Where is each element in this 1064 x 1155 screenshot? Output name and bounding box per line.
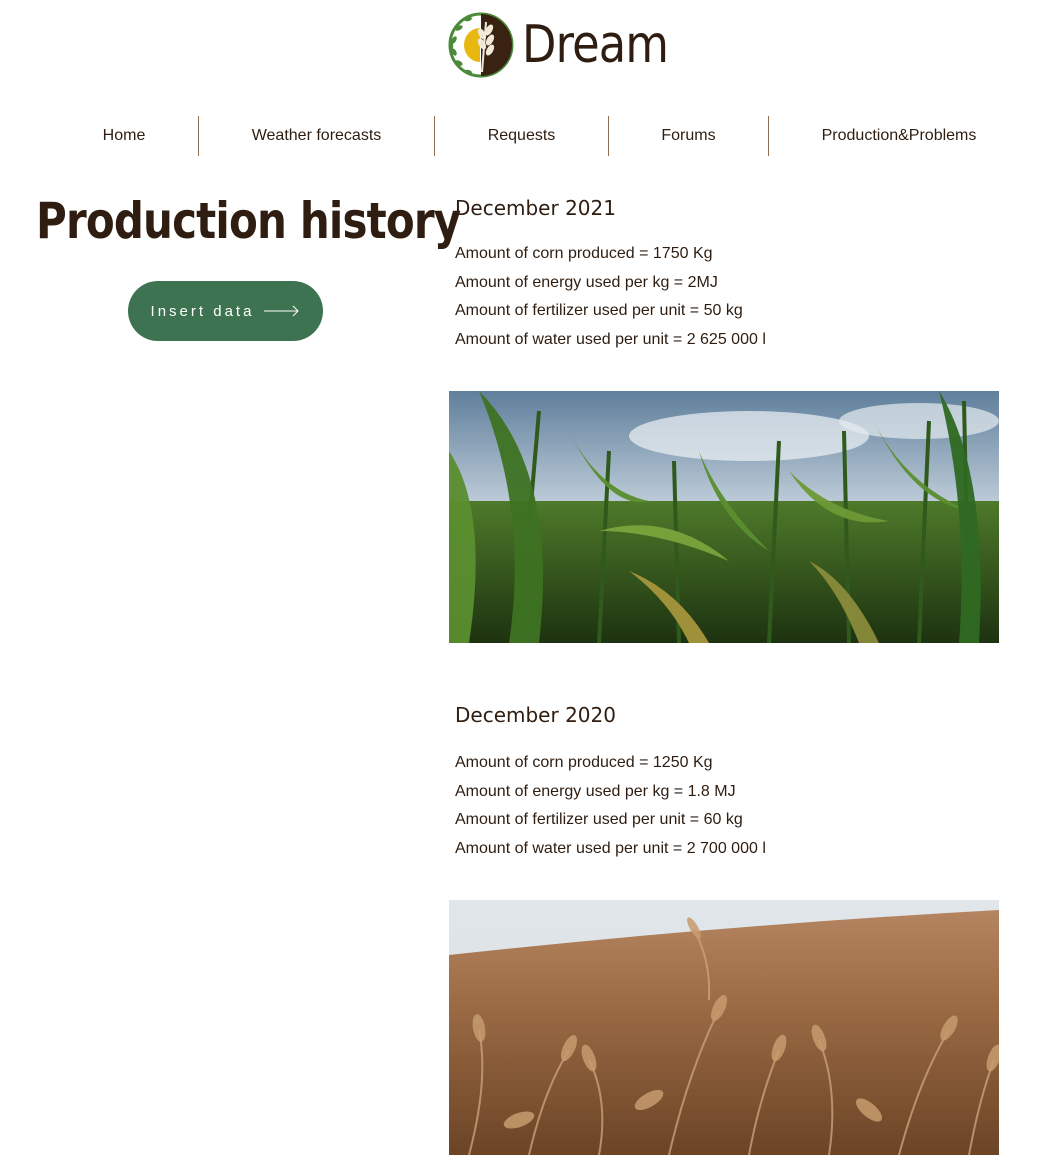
corn-field-photo [449,391,999,643]
stat-fertilizer-used: Amount of fertilizer used per unit = 50 … [455,302,743,320]
insert-data-label: Insert data [150,302,255,320]
stat-corn-produced: Amount of corn produced = 1750 Kg [455,245,713,262]
wheat-field-photo [449,900,999,1155]
stat-energy-used: Amount of energy used per kg = 2MJ [455,273,718,291]
entry-stats-2021: Amount of corn produced = 1750 Kg Amount… [455,240,766,355]
entry-stats-2020: Amount of corn produced = 1250 Kg Amount… [455,749,766,864]
main-nav: Home Weather forecasts Requests Forums P… [50,116,1029,156]
stat-water-used: Amount of water used per unit = 2 625 00… [455,331,766,349]
page-title: Production history [36,192,461,250]
entry-heading-2020: December 2020 [455,703,616,727]
entry-heading-2021: December 2021 [455,196,616,220]
nav-item-home[interactable]: Home [50,116,198,156]
nav-item-weather-forecasts[interactable]: Weather forecasts [199,116,434,156]
insert-data-button[interactable]: Insert data [128,281,323,341]
site-logo[interactable]: Dream [446,10,692,80]
logo-wordmark: Dream [522,15,669,75]
stat-corn-produced: Amount of corn produced = 1250 Kg [455,754,713,771]
stat-energy-used: Amount of energy used per kg = 1.8 MJ [455,782,736,800]
logo-icon [448,12,514,78]
stat-fertilizer-used: Amount of fertilizer used per unit = 60 … [455,811,743,829]
nav-item-production-problems[interactable]: Production&Problems [769,116,1029,156]
nav-item-forums[interactable]: Forums [609,116,768,156]
nav-item-requests[interactable]: Requests [435,116,608,156]
stat-water-used: Amount of water used per unit = 2 700 00… [455,840,766,858]
arrow-right-icon [264,305,300,317]
